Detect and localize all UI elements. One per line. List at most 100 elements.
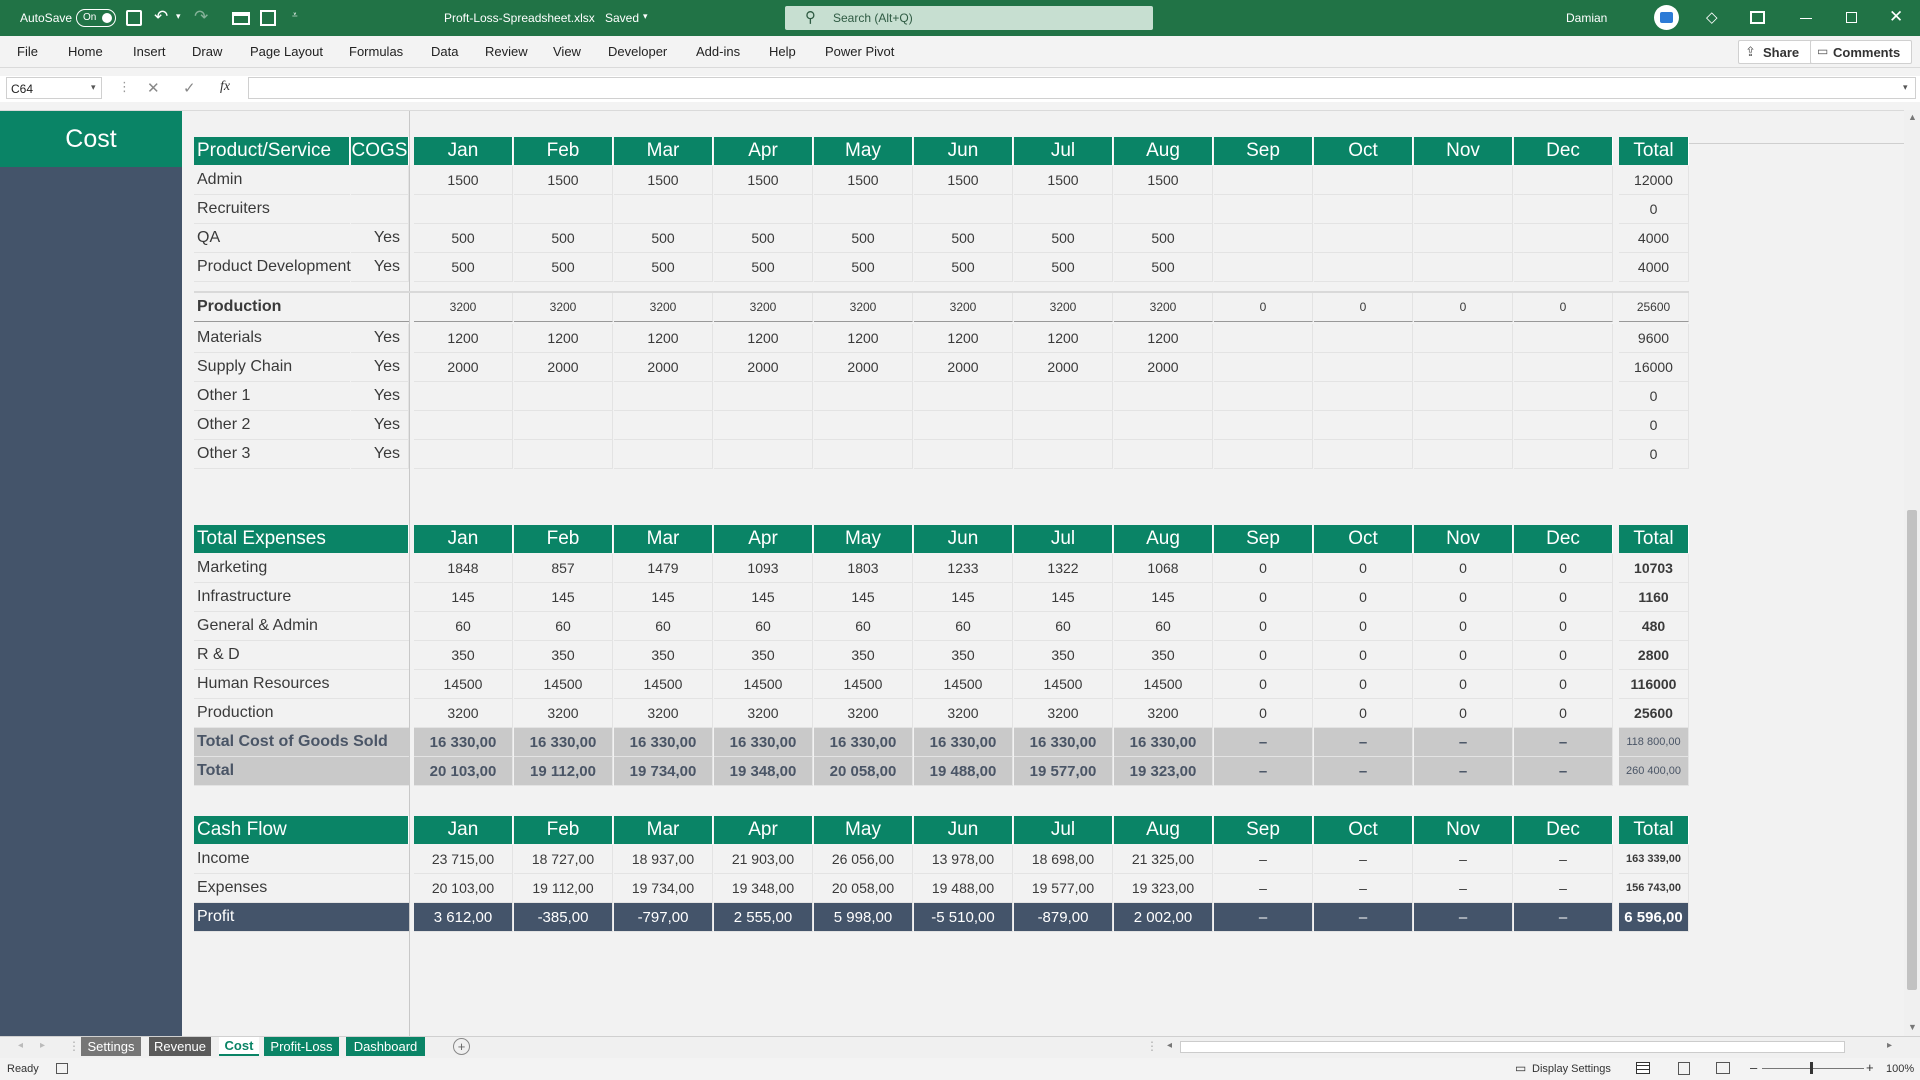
section-value-cell[interactable]: 3200 xyxy=(514,293,613,322)
enter-icon[interactable]: ✓ xyxy=(183,79,196,97)
value-cell[interactable]: – xyxy=(1414,728,1513,757)
value-cell[interactable] xyxy=(1414,253,1513,282)
value-cell[interactable]: 60 xyxy=(614,612,713,641)
value-cell[interactable] xyxy=(1214,224,1313,253)
value-cell[interactable] xyxy=(1414,166,1513,195)
value-cell[interactable]: 3200 xyxy=(914,699,1013,728)
save-status[interactable]: Saved xyxy=(605,11,639,25)
undo-icon[interactable]: ↶ xyxy=(154,7,168,27)
value-cell[interactable]: 1200 xyxy=(514,324,613,353)
zoom-in-icon[interactable]: + xyxy=(1866,1060,1874,1075)
value-cell[interactable]: 1500 xyxy=(814,166,913,195)
value-cell[interactable]: 19 348,00 xyxy=(714,874,813,903)
value-cell[interactable]: – xyxy=(1314,845,1413,874)
value-cell[interactable]: 3200 xyxy=(614,699,713,728)
value-cell[interactable]: 350 xyxy=(1014,641,1113,670)
value-cell[interactable] xyxy=(1114,195,1213,224)
value-cell[interactable] xyxy=(614,440,713,469)
value-cell[interactable] xyxy=(1514,440,1613,469)
value-cell[interactable]: 3200 xyxy=(1014,699,1113,728)
value-cell[interactable]: 2000 xyxy=(914,353,1013,382)
value-cell[interactable]: – xyxy=(1214,845,1313,874)
value-cell[interactable]: 0 xyxy=(1314,583,1413,612)
total-cell[interactable]: 12000 xyxy=(1619,166,1689,195)
tab-view[interactable]: View xyxy=(553,44,581,59)
value-cell[interactable]: 18 698,00 xyxy=(1014,845,1113,874)
value-cell[interactable]: 5 998,00 xyxy=(814,903,913,932)
value-cell[interactable] xyxy=(1314,253,1413,282)
value-cell[interactable]: 19 348,00 xyxy=(714,757,813,786)
value-cell[interactable]: 0 xyxy=(1314,699,1413,728)
section-value-cell[interactable]: 3200 xyxy=(814,293,913,322)
value-cell[interactable]: 2 002,00 xyxy=(1114,903,1213,932)
value-cell[interactable]: 19 488,00 xyxy=(914,874,1013,903)
value-cell[interactable] xyxy=(1414,411,1513,440)
value-cell[interactable]: 14500 xyxy=(514,670,613,699)
value-cell[interactable]: 350 xyxy=(914,641,1013,670)
row-label[interactable]: Income xyxy=(194,845,409,874)
value-cell[interactable]: 3 612,00 xyxy=(414,903,513,932)
cogs-cell[interactable] xyxy=(351,166,409,195)
split-handle-icon[interactable]: ⋮ xyxy=(1146,1039,1158,1053)
value-cell[interactable] xyxy=(814,195,913,224)
value-cell[interactable]: -5 510,00 xyxy=(914,903,1013,932)
total-cell[interactable]: 116000 xyxy=(1619,670,1689,699)
save-icon[interactable] xyxy=(126,10,142,26)
total-cell[interactable]: 480 xyxy=(1619,612,1689,641)
value-cell[interactable] xyxy=(614,411,713,440)
value-cell[interactable] xyxy=(1414,353,1513,382)
value-cell[interactable]: 1322 xyxy=(1014,554,1113,583)
name-box[interactable]: C64 ▾ xyxy=(6,77,102,99)
value-cell[interactable]: 500 xyxy=(414,253,513,282)
value-cell[interactable]: 14500 xyxy=(1014,670,1113,699)
value-cell[interactable]: 0 xyxy=(1314,612,1413,641)
value-cell[interactable] xyxy=(1414,324,1513,353)
total-cell[interactable]: 163 339,00 xyxy=(1619,845,1689,874)
value-cell[interactable] xyxy=(614,195,713,224)
value-cell[interactable]: 500 xyxy=(614,253,713,282)
formula-input[interactable]: ▾ xyxy=(248,77,1916,99)
value-cell[interactable]: 60 xyxy=(514,612,613,641)
tab-file[interactable]: File xyxy=(17,44,38,59)
value-cell[interactable]: 350 xyxy=(714,641,813,670)
value-cell[interactable]: 500 xyxy=(814,253,913,282)
value-cell[interactable] xyxy=(714,411,813,440)
total-cell[interactable]: 0 xyxy=(1619,411,1689,440)
page-layout-view-icon[interactable] xyxy=(1678,1062,1690,1075)
vertical-scrollbar[interactable]: ▲ ▼ xyxy=(1904,110,1920,1036)
sheet-tab-settings[interactable]: Settings xyxy=(81,1037,141,1056)
value-cell[interactable]: 500 xyxy=(614,224,713,253)
sheet-tab-cost[interactable]: Cost xyxy=(219,1037,259,1056)
value-cell[interactable]: 16 330,00 xyxy=(714,728,813,757)
restore-icon[interactable] xyxy=(1846,12,1857,23)
zoom-out-icon[interactable]: – xyxy=(1750,1060,1757,1075)
total-cell[interactable]: 0 xyxy=(1619,382,1689,411)
total-cell[interactable]: 260 400,00 xyxy=(1619,757,1689,786)
cogs-cell[interactable]: Yes xyxy=(351,411,409,440)
zoom-slider[interactable] xyxy=(1762,1068,1864,1069)
value-cell[interactable]: 350 xyxy=(614,641,713,670)
value-cell[interactable]: 26 056,00 xyxy=(814,845,913,874)
customize-toolbar-icon[interactable]: ⩡ xyxy=(292,10,298,21)
value-cell[interactable]: – xyxy=(1514,728,1613,757)
value-cell[interactable]: 500 xyxy=(414,224,513,253)
value-cell[interactable]: 2000 xyxy=(814,353,913,382)
value-cell[interactable] xyxy=(1314,440,1413,469)
close-icon[interactable]: ✕ xyxy=(1889,7,1903,27)
section-value-cell[interactable]: 3200 xyxy=(614,293,713,322)
value-cell[interactable]: 145 xyxy=(514,583,613,612)
value-cell[interactable]: 0 xyxy=(1414,699,1513,728)
value-cell[interactable] xyxy=(1214,440,1313,469)
section-value-cell[interactable]: 0 xyxy=(1214,293,1313,322)
value-cell[interactable]: 1500 xyxy=(614,166,713,195)
value-cell[interactable]: – xyxy=(1314,874,1413,903)
value-cell[interactable]: – xyxy=(1214,874,1313,903)
row-label[interactable]: Other 3 xyxy=(194,440,350,469)
value-cell[interactable]: 145 xyxy=(1114,583,1213,612)
value-cell[interactable] xyxy=(1014,440,1113,469)
value-cell[interactable]: 18 727,00 xyxy=(514,845,613,874)
total-cell[interactable]: 4000 xyxy=(1619,253,1689,282)
value-cell[interactable]: 0 xyxy=(1514,612,1613,641)
value-cell[interactable] xyxy=(414,382,513,411)
value-cell[interactable] xyxy=(514,195,613,224)
